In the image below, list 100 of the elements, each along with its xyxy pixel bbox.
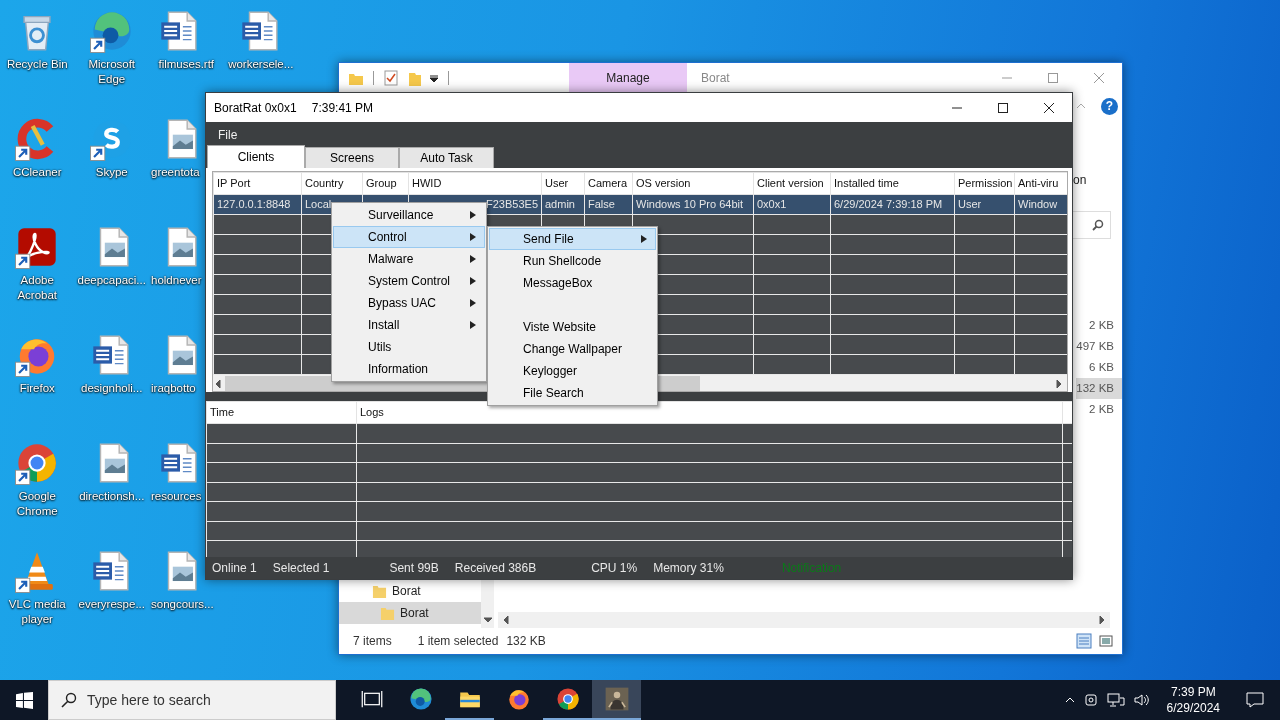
submenu-arrow-icon: [470, 255, 476, 263]
status-text: CPU 1%: [591, 560, 638, 577]
status-text: Sent 99B: [389, 560, 439, 577]
column-header[interactable]: Time: [206, 401, 357, 424]
table-cell: Local: [305, 198, 332, 211]
column-header[interactable]: Permission: [954, 172, 1015, 195]
table-cell: User: [958, 198, 982, 211]
table-cell: 0x0x1: [757, 198, 787, 211]
tab[interactable]: Auto Task: [399, 147, 494, 168]
camera-icon[interactable]: [1082, 692, 1099, 708]
file-size: 6 KB: [1089, 360, 1115, 375]
menu-item[interactable]: Keylogger: [489, 360, 656, 382]
table-cell: False: [588, 198, 615, 211]
window-title: BoratRat 0x0x1: [214, 99, 297, 117]
status-text: Memory 31%: [653, 560, 724, 577]
window-time: 7:39:41 PM: [311, 99, 374, 117]
item-count: 7 items: [353, 633, 392, 650]
ribbon-label: on: [1073, 172, 1088, 189]
menu-item[interactable]: File: [218, 125, 238, 144]
menu-item[interactable]: Install: [333, 314, 485, 336]
column-header[interactable]: IP Port: [213, 172, 302, 195]
column-header[interactable]: Group: [362, 172, 409, 195]
tree-item[interactable]: Borat: [339, 602, 481, 624]
menu-item[interactable]: Utils: [333, 336, 485, 358]
clock-date[interactable]: 6/29/2024: [1166, 700, 1220, 716]
ribbon-tab[interactable]: Manage: [569, 63, 687, 93]
maximize-icon[interactable]: [997, 101, 1009, 114]
submenu-arrow-icon: [470, 211, 476, 219]
column-header[interactable]: OS version: [632, 172, 754, 195]
menu-item[interactable]: Change Wallpaper: [489, 338, 656, 360]
scroll-down-icon[interactable]: [482, 615, 493, 625]
folder-icon: [372, 583, 387, 599]
tree-item[interactable]: Borat: [339, 580, 481, 602]
file-size: 2 KB: [1089, 318, 1115, 333]
selection-count: 1 item selected: [417, 633, 499, 650]
notifications-icon[interactable]: [1246, 691, 1264, 709]
clock-time[interactable]: 7:39 PM: [1170, 684, 1216, 700]
scroll-left-icon[interactable]: [213, 378, 223, 389]
horizontal-scrollbar[interactable]: [498, 612, 1110, 628]
table-cell: 127.0.0.1:8848: [217, 198, 291, 211]
network-icon[interactable]: [1106, 692, 1125, 708]
tab[interactable]: Clients: [207, 145, 305, 168]
dropdown-icon[interactable]: [429, 73, 439, 84]
help-button[interactable]: ?: [1101, 97, 1118, 115]
table-cell: Window: [1018, 198, 1058, 211]
swirl-logo-icon[interactable]: [407, 686, 434, 712]
table-cell: F23B53E5: [486, 198, 538, 211]
close-icon[interactable]: [1043, 101, 1055, 114]
search-icon: [61, 692, 77, 708]
column-header[interactable]: Logs: [356, 401, 1063, 424]
column-header[interactable]: HWID: [408, 172, 542, 195]
column-header[interactable]: Installed time: [830, 172, 955, 195]
table-cell: admin: [545, 198, 575, 211]
menu-item[interactable]: Malware: [333, 248, 485, 270]
folder-icon: [380, 605, 395, 621]
search-input[interactable]: Type here to search: [87, 689, 327, 711]
window-title: Borat: [701, 70, 730, 87]
scroll-right-icon[interactable]: [1054, 379, 1064, 390]
submenu-arrow-icon: [470, 277, 476, 285]
menu-item[interactable]: Information: [333, 358, 485, 380]
submenu-arrow-icon: [641, 235, 647, 243]
file-size: 2 KB: [1089, 402, 1115, 417]
figure-thumbnail-icon[interactable]: [603, 686, 630, 712]
menu-item[interactable]: Viste Website: [489, 316, 656, 338]
properties-icon[interactable]: [383, 70, 399, 86]
status-text: Online 1: [212, 560, 257, 577]
column-header[interactable]: Camera: [584, 172, 633, 195]
show-hidden-icons-icon[interactable]: [1064, 695, 1075, 705]
table-cell: 6/29/2024 7:39:18 PM: [834, 198, 943, 211]
column-header[interactable]: User: [541, 172, 585, 195]
menu-item[interactable]: System Control: [333, 270, 485, 292]
notification-text: Notification: [781, 560, 842, 577]
menu-item[interactable]: MessageBox: [489, 272, 656, 294]
volume-icon[interactable]: [1132, 692, 1151, 708]
browser-logo-icon[interactable]: [554, 686, 581, 712]
table-cell: Windows 10 Pro 64bit: [636, 198, 743, 211]
column-header[interactable]: Client version: [753, 172, 831, 195]
selection-size: 132 KB: [506, 633, 546, 650]
start-icon[interactable]: [15, 691, 33, 709]
column-header[interactable]: Anti-viru: [1014, 172, 1067, 195]
file-size: 132 KB: [1076, 378, 1122, 399]
search-icon[interactable]: [1092, 219, 1104, 231]
menu-item[interactable]: Run Shellcode: [489, 250, 656, 272]
menu-item[interactable]: Bypass UAC: [333, 292, 485, 314]
status-text: Received 386B: [454, 560, 537, 577]
menu-item[interactable]: Send File: [489, 228, 656, 250]
collapse-ribbon-icon[interactable]: [1076, 101, 1086, 111]
status-text: Selected 1: [272, 560, 330, 577]
menu-item[interactable]: File Search: [489, 382, 656, 404]
scroll-left-icon[interactable]: [501, 615, 511, 625]
submenu-arrow-icon: [470, 233, 476, 241]
file-size: 497 KB: [1076, 339, 1115, 354]
taskbar-button[interactable]: [592, 680, 641, 720]
column-header[interactable]: Country: [301, 172, 363, 195]
search-field[interactable]: Type here to search: [48, 680, 336, 720]
submenu-arrow-icon: [470, 299, 476, 307]
scroll-right-icon[interactable]: [1097, 615, 1107, 625]
submenu-arrow-icon: [470, 321, 476, 329]
menu-item[interactable]: Control: [333, 226, 485, 248]
tab[interactable]: Screens: [305, 147, 399, 168]
